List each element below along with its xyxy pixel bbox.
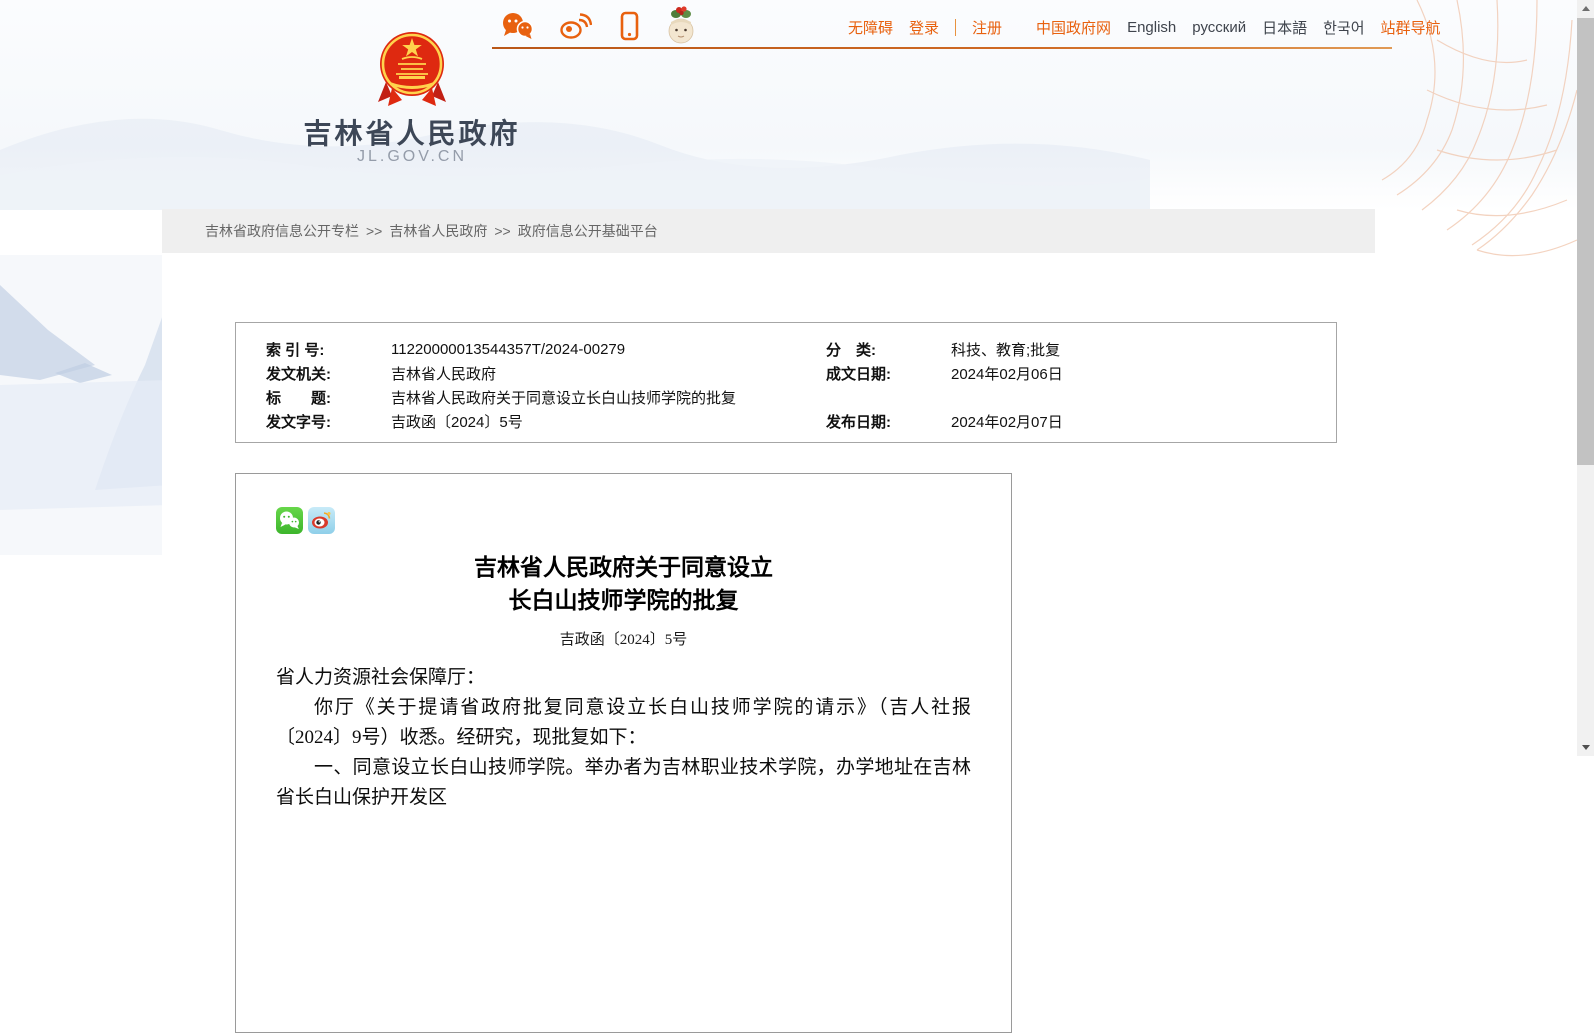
gov-cn-link[interactable]: 中国政府网	[1036, 17, 1111, 38]
topbar-link-row: 无障碍 登录 注册 中国政府网 English русский 日本語 한국어 …	[848, 17, 1441, 38]
meta-value: 11220000013544357T/2024-00279	[391, 341, 625, 358]
national-emblem-icon	[290, 30, 534, 110]
meta-row-issuing-agency: 发文机关: 吉林省人民政府	[266, 361, 826, 385]
meta-label: 成文日期:	[826, 363, 951, 384]
meta-label: 发文机关:	[266, 363, 391, 384]
divider	[955, 19, 956, 36]
breadcrumb-item-government[interactable]: 吉林省人民政府	[389, 221, 487, 241]
lang-russian-link[interactable]: русский	[1192, 19, 1246, 36]
document-title-line2: 长白山技师学院的批复	[276, 584, 971, 617]
document-body: 省人力资源社会保障厅： 你厅《关于提请省政府批复同意设立长白山技师学院的请示》（…	[276, 663, 971, 813]
share-icon-row	[276, 507, 971, 535]
breadcrumb-item-info-disclosure[interactable]: 吉林省政府信息公开专栏	[205, 221, 359, 241]
accessibility-link[interactable]: 无障碍	[848, 17, 893, 38]
vertical-scrollbar[interactable]	[1577, 0, 1594, 756]
breadcrumb-item-platform[interactable]: 政府信息公开基础平台	[518, 221, 658, 241]
register-link[interactable]: 注册	[972, 17, 1002, 38]
metadata-right-column: 分 类: 科技、教育;批复 成文日期: 2024年02月06日 发布日期: 20…	[826, 337, 1336, 442]
document-content-box: 吉林省人民政府关于同意设立 长白山技师学院的批复 吉政函〔2024〕5号 省人力…	[235, 473, 1012, 1033]
meta-label: 分 类:	[826, 339, 951, 360]
metadata-left-column: 索 引 号: 11220000013544357T/2024-00279 发文机…	[236, 337, 826, 442]
document-metadata-box: 索 引 号: 11220000013544357T/2024-00279 发文机…	[235, 322, 1337, 443]
weibo-icon[interactable]	[558, 11, 592, 41]
ginseng-mascot-icon[interactable]	[666, 5, 696, 47]
site-title: 吉林省人民政府	[232, 112, 592, 152]
scrollbar-down-arrow[interactable]	[1577, 739, 1594, 756]
meta-value: 科技、教育;批复	[951, 339, 1060, 360]
meta-row-empty	[826, 385, 1336, 409]
breadcrumb-separator: >>	[366, 223, 382, 239]
meta-row-written-date: 成文日期: 2024年02月06日	[826, 361, 1336, 385]
meta-value: 吉林省人民政府关于同意设立长白山技师学院的批复	[391, 387, 736, 408]
lang-english-link[interactable]: English	[1127, 19, 1176, 36]
meta-row-publish-date: 发布日期: 2024年02月07日	[826, 409, 1336, 433]
meta-row-title: 标 题: 吉林省人民政府关于同意设立长白山技师学院的批复	[266, 385, 826, 409]
meta-value: 吉政函〔2024〕5号	[391, 411, 523, 432]
header-divider-line	[492, 47, 1392, 49]
weibo-share-icon[interactable]	[308, 507, 335, 534]
scrollbar-thumb[interactable]	[1577, 18, 1594, 465]
mountain-lake-watermark	[0, 255, 170, 555]
meta-value: 吉林省人民政府	[391, 363, 496, 384]
wechat-share-icon[interactable]	[276, 507, 303, 534]
mobile-icon[interactable]	[616, 11, 642, 41]
meta-row-category: 分 类: 科技、教育;批复	[826, 337, 1336, 361]
meta-label: 发文字号:	[266, 411, 391, 432]
site-navigation-link[interactable]: 站群导航	[1381, 17, 1441, 38]
scrollbar-up-arrow[interactable]	[1577, 0, 1594, 17]
flower-line-watermark	[1377, 0, 1577, 300]
document-number: 吉政函〔2024〕5号	[276, 628, 971, 649]
meta-row-document-number: 发文字号: 吉政函〔2024〕5号	[266, 409, 826, 433]
lang-korean-link[interactable]: 한국어	[1323, 17, 1364, 38]
breadcrumb-separator: >>	[494, 223, 510, 239]
meta-label: 发布日期:	[826, 411, 951, 432]
meta-label: 索 引 号:	[266, 339, 391, 360]
document-title-line1: 吉林省人民政府关于同意设立	[276, 551, 971, 584]
paragraph-salutation: 省人力资源社会保障厅：	[276, 663, 971, 693]
document-title: 吉林省人民政府关于同意设立 长白山技师学院的批复	[276, 551, 971, 617]
meta-value: 2024年02月07日	[951, 411, 1063, 432]
meta-label: 标 题:	[266, 387, 391, 408]
meta-row-index-number: 索 引 号: 11220000013544357T/2024-00279	[266, 337, 826, 361]
meta-value: 2024年02月06日	[951, 363, 1063, 384]
lang-japanese-link[interactable]: 日本語	[1262, 17, 1307, 38]
paragraph-intro: 你厅《关于提请省政府批复同意设立长白山技师学院的请示》（吉人社报〔2024〕9号…	[276, 693, 971, 753]
login-link[interactable]: 登录	[909, 17, 939, 38]
breadcrumb: 吉林省政府信息公开专栏 >> 吉林省人民政府 >> 政府信息公开基础平台	[162, 209, 1375, 253]
site-domain: JL.GOV.CN	[232, 148, 592, 166]
paragraph-item-one: 一、同意设立长白山技师学院。举办者为吉林职业技术学院，办学地址在吉林省长白山保护…	[276, 753, 971, 813]
